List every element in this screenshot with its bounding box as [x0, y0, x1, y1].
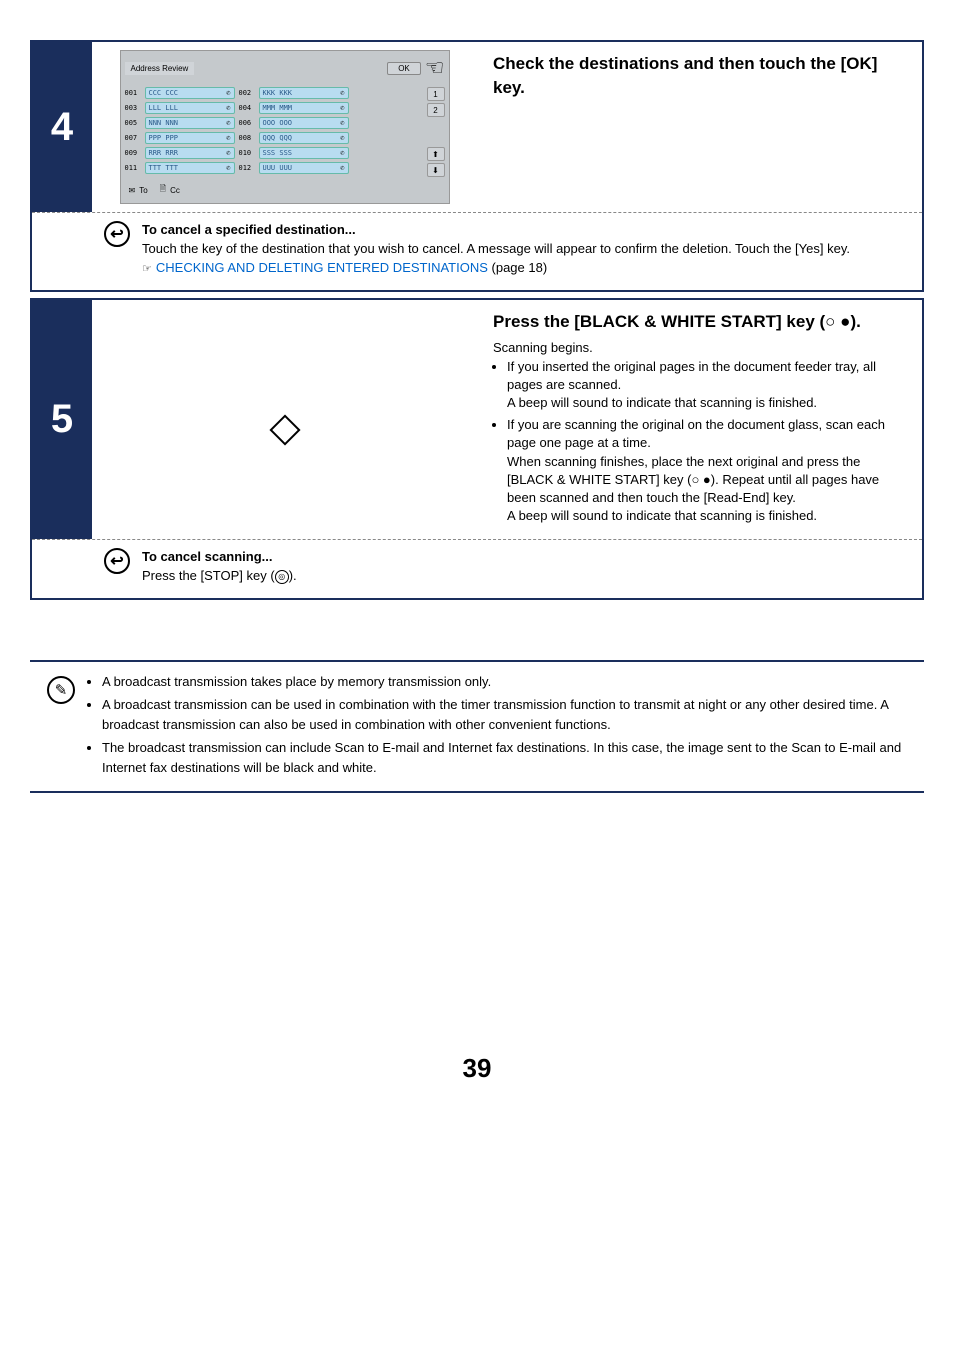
envelope-icon: ✉	[129, 186, 136, 195]
step-5-graphic: ○ ● ◦	[92, 300, 477, 540]
step-5-number: 5	[32, 300, 92, 540]
bw-inline-icon: ○ ●	[691, 472, 710, 487]
note-1: A broadcast transmission takes place by …	[102, 672, 918, 692]
step-4-top: 4 Address Review OK ☜ 001CCC CCC✆ 002KK	[32, 42, 922, 212]
step-5-heading: Press the [BLACK & WHITE START] key (○ ●…	[493, 310, 906, 334]
addr-item[interactable]: KKK KKK✆	[259, 87, 349, 99]
page-total: 2	[427, 103, 445, 117]
addr-item[interactable]: RRR RRR✆	[145, 147, 235, 159]
addr-item[interactable]: UUU UUU✆	[259, 162, 349, 174]
step-4-heading: Check the destinations and then touch th…	[493, 52, 906, 100]
step-4-screenshot: Address Review OK ☜ 001CCC CCC✆ 002KKK K…	[92, 42, 477, 212]
addr-item[interactable]: SSS SSS✆	[259, 147, 349, 159]
cancel-scan-title: To cancel scanning...	[142, 549, 273, 564]
to-filter[interactable]: ✉To	[129, 183, 148, 197]
address-review-panel: Address Review OK ☜ 001CCC CCC✆ 002KKK K…	[120, 50, 450, 204]
checking-destinations-link[interactable]: CHECKING AND DELETING ENTERED DESTINATIO…	[156, 260, 488, 275]
page-current: 1	[427, 87, 445, 101]
step-4-text: Check the destinations and then touch th…	[477, 42, 922, 212]
back-icon: ↩	[104, 548, 130, 574]
addr-item[interactable]: NNN NNN✆	[145, 117, 235, 129]
pointer-icon: ☞	[142, 263, 152, 275]
addr-item[interactable]: TTT TTT✆	[145, 162, 235, 174]
phone-icon: ✆	[340, 89, 344, 97]
ok-button[interactable]: OK	[387, 62, 421, 75]
bw-dots-icon: ○ ●	[268, 397, 301, 413]
hand-icon: ☜	[425, 55, 445, 81]
addr-item[interactable]: LLL LLL✆	[145, 102, 235, 114]
note-2: A broadcast transmission can be used in …	[102, 695, 918, 734]
phone-icon: ✆	[226, 89, 230, 97]
back-icon: ↩	[104, 221, 130, 247]
step-4-note: ↩ To cancel a specified destination... T…	[32, 212, 922, 290]
addr-item[interactable]: QQQ QQQ✆	[259, 132, 349, 144]
step-5-text: Press the [BLACK & WHITE START] key (○ ●…	[477, 300, 922, 540]
note-3: The broadcast transmission can include S…	[102, 738, 918, 777]
step-5: 5 ○ ● ◦ Press the [BLACK & WHITE START] …	[30, 298, 924, 600]
step-4: 4 Address Review OK ☜ 001CCC CCC✆ 002KK	[30, 40, 924, 292]
start-key-icon: ◦	[269, 415, 300, 446]
bullet-feeder: If you inserted the original pages in th…	[507, 358, 906, 413]
stop-key-icon: ◎	[275, 570, 289, 584]
step-5-top: 5 ○ ● ◦ Press the [BLACK & WHITE START] …	[32, 300, 922, 540]
bw-inline-icon: ○ ●	[825, 312, 850, 331]
link-page-ref: (page 18)	[488, 260, 547, 275]
page-icon: 🗎	[160, 183, 166, 197]
pencil-icon: ✎	[47, 676, 75, 704]
step-5-note: ↩ To cancel scanning... Press the [STOP]…	[32, 539, 922, 598]
step-4-number: 4	[32, 42, 92, 212]
addr-item[interactable]: PPP PPP✆	[145, 132, 235, 144]
addr-num: 002	[239, 89, 257, 97]
cancel-scan-body: Press the [STOP] key (◎).	[142, 568, 297, 583]
addr-item[interactable]: OOO OOO✆	[259, 117, 349, 129]
scroll-down-button[interactable]: ⬇	[427, 163, 445, 177]
cancel-destination-title: To cancel a specified destination...	[142, 222, 356, 237]
panel-title: Address Review	[125, 62, 195, 75]
addr-item[interactable]: CCC CCC✆	[145, 87, 235, 99]
bullet-glass: If you are scanning the original on the …	[507, 416, 906, 525]
scroll-up-button[interactable]: ⬆	[427, 147, 445, 161]
addr-num: 001	[125, 89, 143, 97]
page-number: 39	[30, 1053, 924, 1084]
cc-filter[interactable]: 🗎Cc	[160, 183, 180, 197]
broadcast-notes: ✎ A broadcast transmission takes place b…	[30, 660, 924, 794]
addr-item[interactable]: MMM MMM✆	[259, 102, 349, 114]
cancel-destination-body: Touch the key of the destination that yo…	[142, 241, 850, 256]
scanning-begins: Scanning begins.	[493, 339, 906, 357]
scrollbar: 1 2 ⬆ ⬇	[427, 87, 445, 177]
